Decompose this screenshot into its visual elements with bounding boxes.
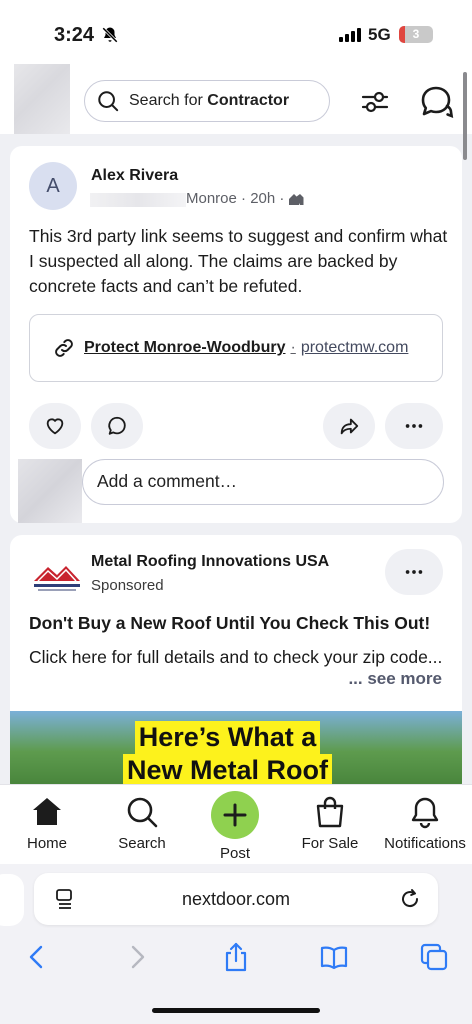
nav-for-sale-label: For Sale: [301, 835, 359, 852]
search-icon: [127, 797, 158, 828]
search-keyword: Contractor: [207, 92, 290, 109]
plus-icon: [223, 803, 247, 827]
advertiser-logo: [34, 566, 80, 591]
author-avatar[interactable]: A: [29, 162, 77, 210]
nav-post[interactable]: Post: [205, 791, 265, 862]
share-icon: [340, 418, 359, 435]
search-icon: [98, 91, 119, 112]
sponsored-label: Sponsored: [91, 577, 164, 594]
nav-home-label: Home: [26, 835, 67, 852]
tabs-icon[interactable]: [419, 942, 449, 972]
ad-banner-line2: New Metal Roof: [123, 754, 333, 787]
ad-image[interactable]: Here’s What a New Metal Roof: [10, 711, 462, 795]
like-button[interactable]: [29, 403, 81, 449]
link-domain[interactable]: protectmw.com: [301, 339, 409, 357]
more-icon: [405, 424, 423, 428]
search-prefix: Search for: [129, 92, 208, 109]
status-time: 3:24: [54, 24, 95, 46]
nav-home[interactable]: Home: [22, 795, 72, 852]
nav-post-label: Post: [219, 845, 250, 862]
author-name[interactable]: Alex Rivera: [91, 167, 178, 185]
see-more-link[interactable]: ... see more: [348, 669, 442, 689]
more-options-button[interactable]: [385, 403, 443, 449]
link-separator: ·: [290, 339, 296, 356]
nav-search[interactable]: Search: [112, 795, 172, 852]
meta-redacted: [90, 193, 186, 207]
post-meta-text: Monroe · 20h ·: [186, 190, 285, 207]
ad-headline[interactable]: Don't Buy a New Roof Until You Check Thi…: [29, 613, 430, 634]
network-type: 5G: [368, 25, 391, 44]
post-button[interactable]: [211, 791, 259, 839]
address-bar[interactable]: nextdoor.com: [34, 873, 438, 925]
browser-chrome: nextdoor.com: [0, 864, 472, 1024]
app-header: Search for Contractor: [0, 64, 472, 146]
more-icon: [405, 570, 423, 574]
comment-icon: [108, 416, 126, 435]
home-icon: [33, 798, 61, 825]
battery-level: 3: [412, 27, 420, 41]
status-bar: 3:24 5G 3: [0, 0, 472, 64]
bag-icon: [316, 796, 344, 828]
chat-icon[interactable]: [418, 84, 454, 120]
nav-notifications[interactable]: Notifications: [379, 795, 471, 852]
scrollbar[interactable]: [463, 72, 467, 160]
previous-tab[interactable]: [0, 874, 24, 926]
nav-notifications-label: Notifications: [384, 835, 466, 852]
post-card: A Alex Rivera Monroe · 20h · This 3rd pa…: [10, 146, 462, 523]
neighborhood-icon: [289, 193, 304, 205]
commenter-avatar: [18, 459, 82, 523]
bell-icon: [411, 797, 439, 829]
comment-button[interactable]: [91, 403, 143, 449]
forward-icon[interactable]: [122, 942, 152, 972]
post-meta: Monroe · 20h ·: [186, 190, 304, 207]
nav-search-label: Search: [118, 835, 166, 852]
filter-icon[interactable]: [360, 87, 390, 117]
sponsored-card[interactable]: Metal Roofing Innovations USA Sponsored …: [10, 535, 462, 795]
ad-banner: Here’s What a New Metal Roof: [123, 721, 333, 787]
link-title[interactable]: Protect Monroe-Woodbury: [84, 339, 285, 357]
ad-banner-line1: Here’s What a: [134, 721, 321, 754]
back-icon[interactable]: [22, 942, 52, 972]
search-input[interactable]: Search for Contractor: [84, 80, 330, 122]
link-preview[interactable]: Protect Monroe-Woodbury · protectmw.com: [29, 314, 443, 382]
share-button[interactable]: [323, 403, 375, 449]
share-sheet-icon[interactable]: [221, 942, 251, 972]
battery-icon: 3: [399, 26, 433, 43]
reload-icon[interactable]: [398, 887, 422, 911]
bottom-nav: Home Search Post For Sale Notifications: [0, 784, 472, 864]
post-body: This 3rd party link seems to suggest and…: [29, 226, 448, 296]
ad-text: Click here for full details and to check…: [29, 647, 443, 667]
home-indicator: [152, 1008, 320, 1013]
url-text[interactable]: nextdoor.com: [34, 889, 438, 910]
nav-for-sale[interactable]: For Sale: [300, 795, 360, 852]
bookmarks-icon[interactable]: [319, 942, 349, 972]
heart-icon: [46, 418, 64, 435]
ad-more-options-button[interactable]: [385, 549, 443, 595]
signal-icon: [339, 28, 361, 42]
search-placeholder: Search for Contractor: [129, 92, 289, 110]
link-icon: [55, 339, 73, 357]
advertiser-name[interactable]: Metal Roofing Innovations USA: [91, 553, 329, 571]
comment-input[interactable]: Add a comment…: [82, 459, 444, 505]
bell-slash-icon: [102, 27, 118, 43]
